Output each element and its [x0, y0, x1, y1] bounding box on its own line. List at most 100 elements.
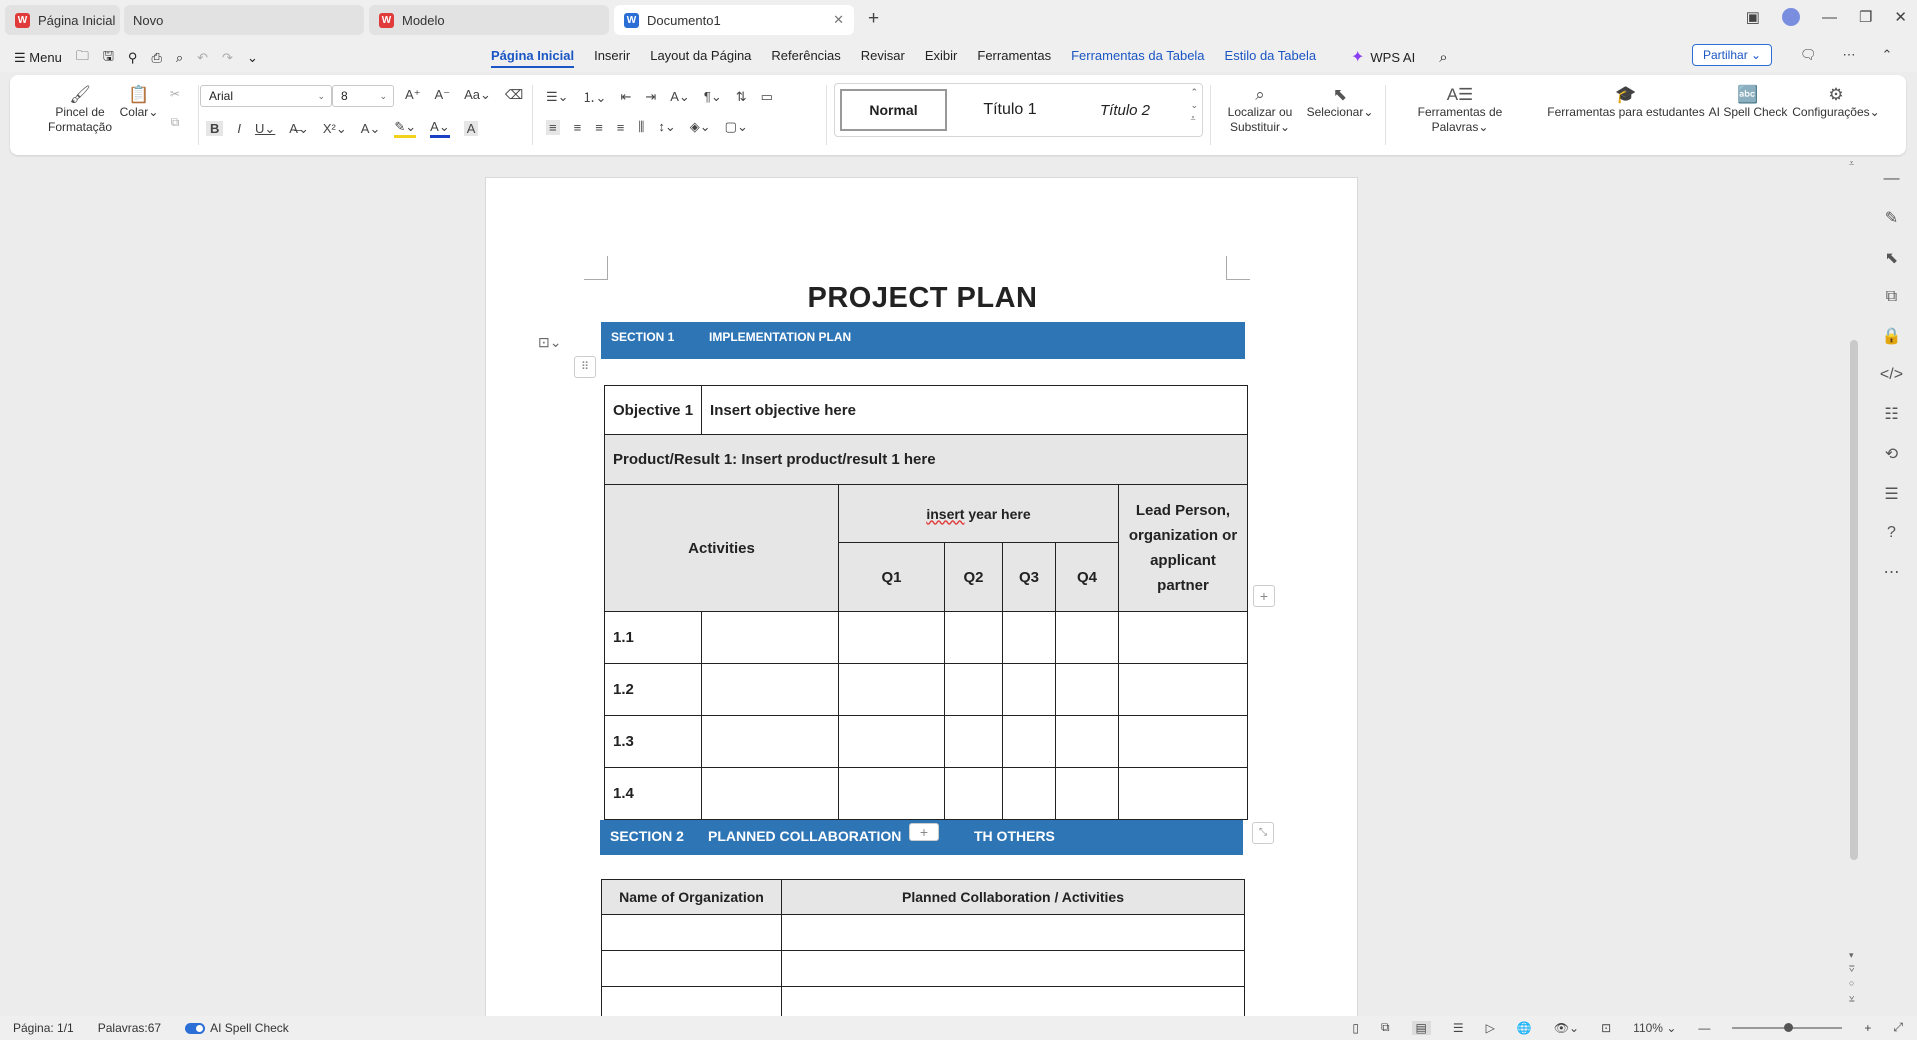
lead-person-header[interactable]: Lead Person, organization or applicant p… [1118, 484, 1248, 612]
activities-header[interactable]: Activities [604, 484, 839, 612]
close-tab-icon[interactable]: ✕ [833, 12, 844, 28]
ai-spell-check-button[interactable]: 🔤 AI Spell Check [1702, 86, 1794, 120]
borders-icon[interactable]: ▢⌄ [725, 119, 748, 135]
decrease-indent-icon[interactable]: ⇤ [620, 89, 631, 105]
new-tab-icon[interactable]: + [868, 8, 879, 30]
activity-cell[interactable] [781, 986, 1245, 1016]
quarter-q3[interactable]: Q3 [1002, 542, 1056, 612]
highlight-icon[interactable]: ✎⌄ [394, 119, 417, 138]
track-icon[interactable]: ▯ [1352, 1021, 1359, 1035]
zoom-slider[interactable] [1732, 1022, 1843, 1032]
char-shading-icon[interactable]: A [463, 121, 479, 136]
q1-cell[interactable] [838, 663, 945, 716]
sliders-icon[interactable]: ☷ [1884, 404, 1898, 424]
lock-icon[interactable]: 🔒 [1882, 326, 1902, 346]
save-icon[interactable]: 🖫 [103, 47, 114, 69]
activity-cell[interactable] [781, 950, 1245, 987]
table-layout-icon[interactable]: ⊡⌄ [538, 334, 561, 351]
activity-cell[interactable] [701, 611, 839, 664]
add-column-icon[interactable]: + [1253, 585, 1275, 607]
q4-cell[interactable] [1055, 767, 1119, 820]
collab-header-org[interactable]: Name of Organization [601, 879, 782, 915]
tab-estilo-tabela[interactable]: Estilo da Tabela [1225, 48, 1317, 68]
font-size-select[interactable]: 8 ⌄ [332, 85, 394, 107]
q2-cell[interactable] [944, 767, 1003, 820]
q1-cell[interactable] [838, 611, 945, 664]
q4-cell[interactable] [1055, 611, 1119, 664]
print-icon[interactable]: ⎙ [151, 50, 161, 66]
activity-cell[interactable] [701, 663, 839, 716]
q4-cell[interactable] [1055, 663, 1119, 716]
fit-icon[interactable]: ⊡ [1601, 1021, 1611, 1035]
change-case-icon[interactable]: Aa⌄ [464, 87, 491, 103]
add-row-icon[interactable]: + [909, 823, 939, 841]
settings-button[interactable]: ⚙ Configurações⌄ [1786, 86, 1886, 120]
workspace-icon[interactable]: ▣ [1746, 8, 1760, 26]
close-window-icon[interactable]: ✕ [1894, 8, 1907, 26]
print-preview-icon[interactable]: ⌕ [176, 50, 183, 66]
underline-icon[interactable]: U⌄ [255, 121, 275, 137]
q3-cell[interactable] [1002, 611, 1056, 664]
activity-cell[interactable] [701, 767, 839, 820]
menu-button[interactable]: ☰ Menu [14, 50, 62, 66]
minimize-pane-icon[interactable]: — [1884, 170, 1900, 188]
play-icon[interactable]: ▷ [1486, 1021, 1495, 1035]
lead-cell[interactable] [1118, 715, 1248, 768]
grow-font-icon[interactable]: A⁺ [405, 87, 421, 103]
document-page[interactable]: PROJECT PLAN ⊡⌄ SECTION 1 IMPLEMENTATION… [485, 177, 1358, 1016]
shrink-font-icon[interactable]: A⁻ [435, 87, 451, 103]
tab-ferramentas-tabela[interactable]: Ferramentas da Tabela [1071, 48, 1204, 68]
quarter-q4[interactable]: Q4 [1055, 542, 1119, 612]
open-folder-icon[interactable]: 🗀 [76, 47, 89, 69]
distribute-icon[interactable]: ⫼ [638, 119, 644, 135]
justify-icon[interactable]: ≡ [617, 120, 625, 135]
q2-cell[interactable] [944, 663, 1003, 716]
row-number[interactable]: 1.2 [603, 663, 703, 716]
italic-icon[interactable]: I [237, 121, 241, 136]
q3-cell[interactable] [1002, 715, 1056, 768]
copy-icon[interactable]: ⧉ [165, 115, 185, 130]
bold-icon[interactable]: B [206, 121, 224, 136]
word-count[interactable]: Palavras:67 [98, 1021, 161, 1035]
more-icon[interactable]: ⋯ [1843, 47, 1856, 63]
tab-new[interactable]: Novo [124, 5, 364, 35]
doc-icon[interactable]: ⧉ [1381, 1020, 1390, 1035]
table-move-handle-icon[interactable]: ⠿ [574, 356, 596, 378]
q2-cell[interactable] [944, 715, 1003, 768]
web-layout-icon[interactable]: 🌐 [1517, 1021, 1532, 1035]
student-tools-button[interactable]: 🎓 Ferramentas para estudantes [1534, 86, 1718, 120]
find-replace-button[interactable]: ⌕ Localizar ou Substituir⌄ [1218, 86, 1302, 135]
row-number[interactable]: 1.4 [603, 767, 703, 820]
ai-spell-toggle[interactable]: AI Spell Check [185, 1021, 289, 1035]
line-spacing-icon[interactable]: ↕⌄ [658, 119, 675, 135]
row-number[interactable]: 1.3 [603, 715, 703, 768]
collab-header-activities[interactable]: Planned Collaboration / Activities [781, 879, 1245, 915]
page-nav-icon[interactable]: ▾ ⩢ ○ ⩣ [1849, 948, 1854, 1004]
row-number[interactable]: 1.1 [603, 611, 703, 664]
help-icon[interactable]: ? [1887, 524, 1896, 542]
org-cell[interactable] [601, 950, 782, 987]
text-direction-icon[interactable]: A⌄ [670, 89, 690, 105]
align-left-icon[interactable]: ≡ [546, 119, 560, 135]
tab-layout[interactable]: Layout da Página [650, 48, 751, 68]
q2-cell[interactable] [944, 611, 1003, 664]
clear-format-icon[interactable]: ⌫ [505, 87, 523, 103]
activity-cell[interactable] [701, 715, 839, 768]
product-result-cell[interactable]: Product/Result 1: Insert product/result … [604, 434, 1248, 485]
avatar[interactable] [1781, 8, 1800, 26]
superscript-icon[interactable]: X²⌄ [323, 121, 347, 137]
increase-indent-icon[interactable]: ⇥ [645, 89, 656, 105]
tab-ferramentas[interactable]: Ferramentas [977, 48, 1051, 68]
list-icon[interactable]: ☰ [1884, 484, 1898, 504]
eye-icon[interactable]: 👁⌄ [1554, 1021, 1579, 1035]
paragraph-mark-icon[interactable]: ¶⌄ [704, 89, 722, 105]
tab-exibir[interactable]: Exibir [925, 48, 958, 68]
shading-icon[interactable]: ◈⌄ [690, 119, 711, 135]
tab-document1[interactable]: W Documento1 ✕ [614, 5, 854, 35]
convert-icon[interactable]: ⧉ [1886, 288, 1897, 306]
tab-pagina-inicial[interactable]: Página Inicial [491, 48, 575, 68]
code-icon[interactable]: </> [1880, 366, 1903, 384]
search-icon[interactable]: ⌕ [1439, 49, 1447, 66]
bullets-icon[interactable]: ☰⌄ [546, 89, 569, 105]
scroll-up-icon[interactable]: ⩡ [1849, 158, 1854, 169]
